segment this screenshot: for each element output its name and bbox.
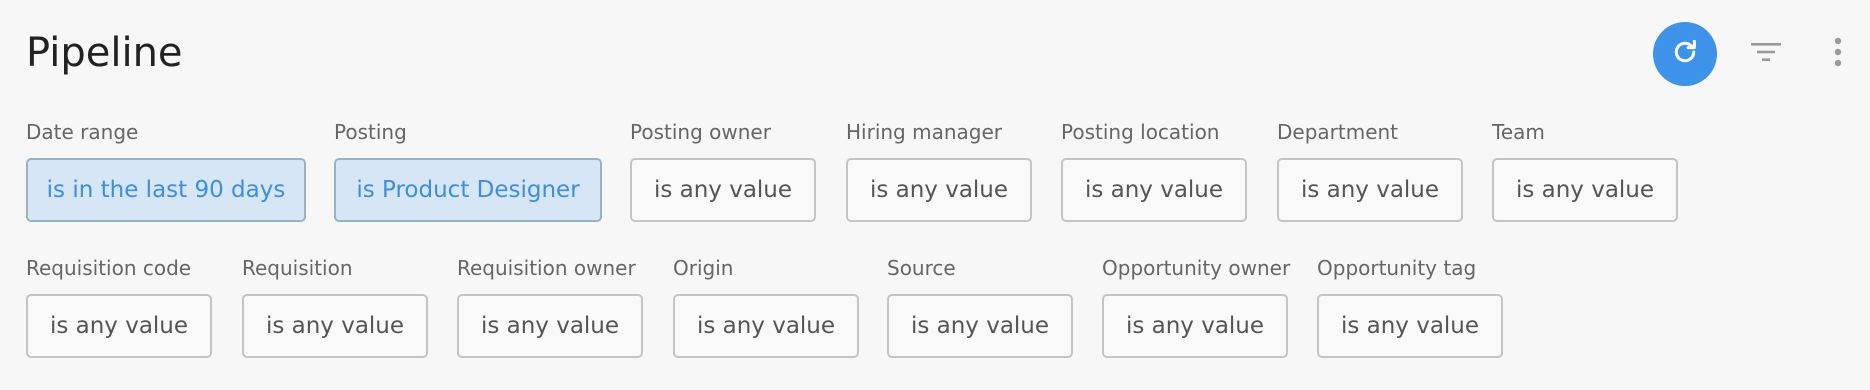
filter-chip-requisition[interactable]: is any value — [242, 294, 428, 358]
filter-chip-opportunity-owner[interactable]: is any value — [1102, 294, 1288, 358]
filter-chip-requisition-owner[interactable]: is any value — [457, 294, 643, 358]
filter-label: Requisition owner — [457, 256, 636, 280]
more-vertical-icon — [1834, 37, 1842, 71]
filter-label: Posting location — [1061, 120, 1220, 144]
filter-posting-location: Posting location is any value — [1061, 120, 1247, 222]
filter-label: Posting owner — [630, 120, 771, 144]
filter-chip-department[interactable]: is any value — [1277, 158, 1463, 222]
filter-row-1: Date range is in the last 90 days Postin… — [0, 120, 1870, 240]
filter-opportunity-owner: Opportunity owner is any value — [1102, 256, 1291, 358]
filter-chip-source[interactable]: is any value — [887, 294, 1073, 358]
filter-label: Origin — [673, 256, 734, 280]
filter-requisition: Requisition is any value — [242, 256, 428, 358]
filter-chip-hiring-manager[interactable]: is any value — [846, 158, 1032, 222]
refresh-button[interactable] — [1653, 22, 1717, 86]
filter-chip-requisition-code[interactable]: is any value — [26, 294, 212, 358]
filter-team: Team is any value — [1492, 120, 1678, 222]
filter-origin: Origin is any value — [673, 256, 859, 358]
filter-label: Hiring manager — [846, 120, 1002, 144]
filter-chip-posting[interactable]: is Product Designer — [334, 158, 602, 222]
more-options-button[interactable] — [1826, 36, 1850, 72]
filter-chip-origin[interactable]: is any value — [673, 294, 859, 358]
filter-opportunity-tag: Opportunity tag is any value — [1317, 256, 1503, 358]
filter-department: Department is any value — [1277, 120, 1463, 222]
filter-label: Opportunity tag — [1317, 256, 1477, 280]
filter-label: Posting — [334, 120, 407, 144]
page-title: Pipeline — [26, 30, 183, 76]
filter-source: Source is any value — [887, 256, 1073, 358]
pipeline-page: Pipeline Date range is in the last 90 da… — [0, 0, 1870, 390]
filter-label: Opportunity owner — [1102, 256, 1291, 280]
filter-chip-posting-owner[interactable]: is any value — [630, 158, 816, 222]
filter-row-2: Requisition code is any value Requisitio… — [0, 256, 1870, 376]
filter-label: Source — [887, 256, 956, 280]
filter-requisition-owner: Requisition owner is any value — [457, 256, 643, 358]
filter-label: Date range — [26, 120, 139, 144]
filter-chip-posting-location[interactable]: is any value — [1061, 158, 1247, 222]
filter-label: Requisition code — [26, 256, 192, 280]
filter-label: Team — [1492, 120, 1545, 144]
refresh-icon — [1670, 37, 1700, 71]
filter-chip-date-range[interactable]: is in the last 90 days — [26, 158, 306, 222]
filter-icon — [1750, 40, 1782, 68]
filter-button[interactable] — [1748, 36, 1784, 72]
filter-label: Requisition — [242, 256, 353, 280]
filter-posting-owner: Posting owner is any value — [630, 120, 816, 222]
filter-chip-opportunity-tag[interactable]: is any value — [1317, 294, 1503, 358]
filter-date-range: Date range is in the last 90 days — [26, 120, 306, 222]
filter-label: Department — [1277, 120, 1399, 144]
filter-posting: Posting is Product Designer — [334, 120, 602, 222]
filter-hiring-manager: Hiring manager is any value — [846, 120, 1032, 222]
filter-requisition-code: Requisition code is any value — [26, 256, 212, 358]
filter-chip-team[interactable]: is any value — [1492, 158, 1678, 222]
